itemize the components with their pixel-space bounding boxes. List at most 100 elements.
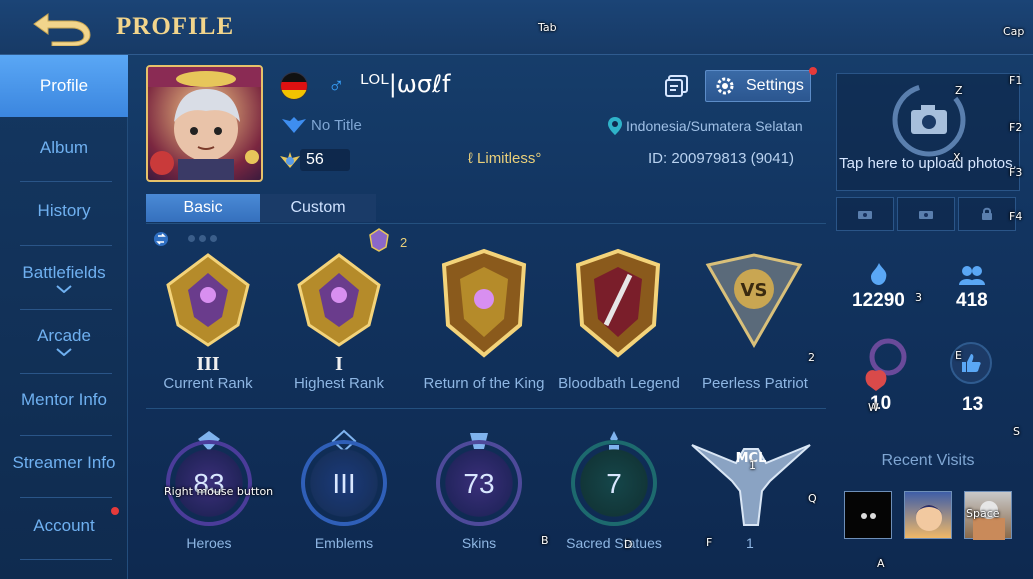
key-hint-x: X — [953, 151, 961, 164]
skins-stat[interactable]: 73 — [436, 440, 522, 526]
mcl-trophy[interactable]: MCL — [686, 429, 816, 529]
visitor-portrait-icon — [861, 513, 876, 519]
sidebar-item-label: Mentor Info — [21, 390, 107, 409]
tab-basic-label: Basic — [183, 199, 223, 216]
key-hint-space: Space — [966, 507, 1000, 520]
key-hint-3: 3 — [915, 291, 922, 304]
back-arrow-icon[interactable] — [28, 8, 92, 46]
sidebar-item-label: Streamer Info — [12, 453, 116, 472]
key-hint-f3: F3 — [1009, 166, 1023, 179]
popularity-flame-icon — [871, 263, 887, 285]
key-hint-b: B — [541, 534, 549, 547]
rank-roman: I — [335, 353, 343, 375]
sacred-statues-count: 7 — [606, 468, 622, 499]
sidebar-item-history[interactable]: History — [0, 180, 128, 242]
key-hint-z: Z — [955, 84, 963, 97]
mcl-count: 1 — [746, 535, 754, 551]
photo-slot[interactable] — [836, 197, 894, 231]
sidebar-item-profile[interactable]: Profile — [0, 55, 128, 117]
title-wing-icon — [282, 117, 306, 133]
avatar[interactable] — [146, 65, 263, 182]
badge-bloodbath-legend[interactable] — [558, 245, 678, 385]
sidebar-item-label: History — [37, 201, 91, 220]
badge-highest-rank[interactable]: I — [279, 245, 399, 385]
charm-necklace-icon[interactable] — [858, 335, 914, 395]
sidebar: Profile Album History Battlefields Arcad… — [0, 55, 128, 579]
key-hint-1: 1 — [749, 459, 756, 472]
divider — [146, 223, 826, 224]
chevron-down-icon — [56, 285, 72, 293]
settings-button[interactable]: Settings — [705, 70, 811, 102]
emblems-level: III — [332, 468, 356, 499]
heroes-stat[interactable]: 83 — [166, 440, 252, 526]
country-flag-icon — [280, 72, 308, 100]
chevron-down-icon — [56, 348, 72, 356]
badge-count: 2 — [400, 235, 408, 250]
profile-tabs: Basic Custom — [146, 194, 376, 222]
profile-main-panel: ♂ ᴸᴼᴸ|ωσℓf No Title 56 ℓ Limitless° Indo… — [128, 55, 828, 579]
upload-text: Tap here to upload photos. — [839, 155, 1017, 172]
badge-return-of-the-king[interactable] — [424, 245, 544, 385]
badge-current-rank[interactable]: III — [148, 245, 268, 385]
location-pin-icon — [608, 117, 622, 135]
upload-photos-button[interactable] — [836, 73, 1020, 191]
key-hint-q: Q — [808, 492, 817, 505]
sidebar-item-arcade[interactable]: Arcade — [0, 310, 128, 372]
stat-label: Emblems — [314, 535, 374, 551]
badge-label: Peerless Patriot — [702, 375, 808, 392]
photo-slot[interactable] — [897, 197, 955, 231]
rank-badge-icon — [166, 253, 250, 347]
followers-value: 418 — [956, 290, 988, 311]
settings-label: Settings — [746, 77, 804, 94]
profile-screen: PROFILE Tab Cap Profile Album History Ba… — [0, 0, 1033, 579]
page-title: PROFILE — [116, 13, 235, 40]
gear-icon — [716, 77, 734, 95]
followers-icon — [959, 266, 985, 285]
badge-label: Return of the King — [423, 375, 545, 392]
sidebar-item-label: Arcade — [37, 326, 91, 345]
sidebar-item-streamer-info[interactable]: Streamer Info — [0, 432, 128, 494]
hero-portrait-icon — [148, 67, 261, 180]
key-hint-a: A — [877, 557, 885, 570]
bloodbath-shield-icon — [575, 248, 661, 358]
visitor-avatar[interactable] — [904, 491, 952, 539]
key-hint-s: S — [1013, 425, 1020, 438]
sidebar-item-battlefields[interactable]: Battlefields — [0, 247, 128, 309]
sacred-statues-stat[interactable]: 7 — [571, 440, 657, 526]
notification-dot — [809, 67, 817, 75]
photo-slot-locked[interactable] — [958, 197, 1016, 231]
sidebar-item-label: Album — [39, 138, 89, 157]
player-name: ᴸᴼᴸ|ωσℓf — [360, 70, 451, 98]
stat-label: Sacred Statues — [566, 535, 662, 551]
right-panel: Tap here to upload photos. 12290 418 10 — [828, 55, 1033, 579]
tab-basic[interactable]: Basic — [146, 194, 260, 222]
stat-label: Heroes — [186, 535, 232, 551]
player-level: 56 — [306, 151, 324, 168]
divider — [20, 559, 112, 560]
message-card-icon[interactable] — [665, 75, 689, 97]
sidebar-item-album[interactable]: Album — [0, 117, 128, 179]
badge-peerless-patriot[interactable]: VS — [694, 245, 814, 385]
sidebar-item-label: Account — [33, 516, 95, 535]
male-gender-icon: ♂ — [328, 73, 345, 98]
camera-icon — [919, 211, 933, 219]
key-hint-f4: F4 — [1009, 210, 1023, 223]
badge-label: Bloodbath Legend — [558, 375, 680, 392]
king-shield-icon — [441, 248, 527, 358]
rank-roman: III — [196, 353, 220, 375]
stat-label: Skins — [461, 535, 497, 551]
rank-badge-icon — [297, 253, 381, 347]
key-hint-e: E — [955, 349, 962, 362]
tab-custom[interactable]: Custom — [260, 194, 376, 222]
key-hint-2: 2 — [808, 351, 815, 364]
emblems-stat[interactable]: III — [301, 440, 387, 526]
key-hint-w: W — [868, 401, 879, 414]
mcl-trophy-icon: MCL — [691, 444, 811, 526]
sidebar-item-mentor-info[interactable]: Mentor Info — [0, 369, 128, 431]
sidebar-item-account[interactable]: Account — [0, 495, 128, 557]
key-hint-tab: Tab — [538, 21, 557, 34]
key-hint-f1: F1 — [1009, 74, 1023, 87]
visitor-avatar[interactable] — [844, 491, 892, 539]
key-hint-right-mouse: Right mouse button — [164, 485, 274, 498]
popularity-value: 12290 — [852, 290, 905, 311]
